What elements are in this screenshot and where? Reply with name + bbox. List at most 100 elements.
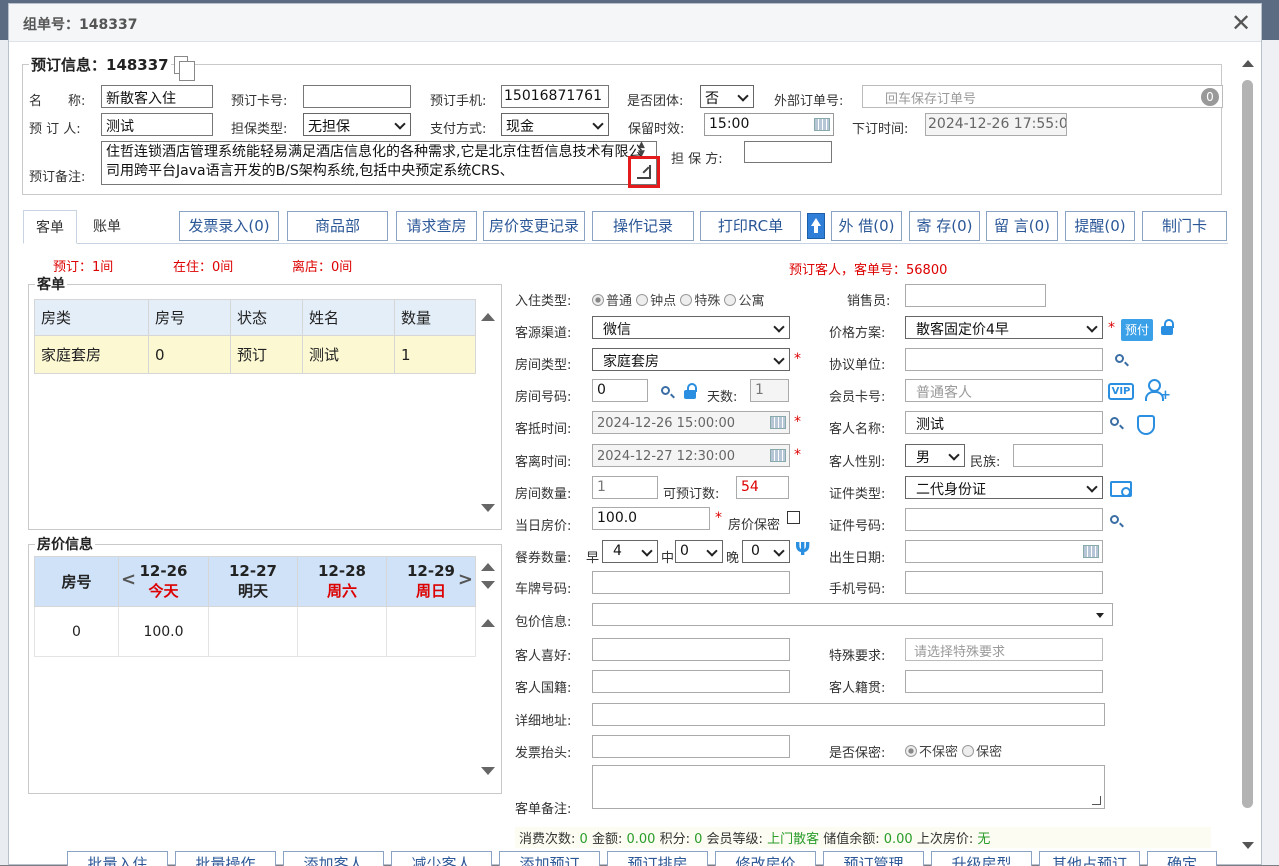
plate-input[interactable]: [592, 571, 790, 594]
ethnic-input[interactable]: [1013, 444, 1103, 467]
price-scroll-up-icon[interactable]: [481, 563, 495, 571]
lend-button[interactable]: 外 借(0): [831, 211, 902, 241]
room-count-input[interactable]: 1: [592, 476, 658, 499]
table-row[interactable]: 0 100.0: [34, 606, 476, 657]
prev-day-icon[interactable]: <: [121, 569, 136, 590]
list-scroll-up-icon[interactable]: [481, 313, 495, 321]
rate-input[interactable]: 100.0: [592, 507, 710, 530]
operation-log-button[interactable]: 操作记录: [592, 211, 694, 241]
add-booking-button[interactable]: 添加预订: [499, 851, 600, 866]
print-rc-button[interactable]: 打印RC单: [700, 211, 801, 241]
guarantee-select[interactable]: 无担保: [303, 113, 411, 136]
booking-person-input[interactable]: 测试: [101, 113, 213, 136]
member-input[interactable]: 普通客人: [905, 379, 1103, 402]
message-button[interactable]: 留 言(0): [986, 211, 1058, 241]
invoice-button[interactable]: 发票录入(0): [179, 211, 279, 241]
price-scroll-down-small-icon[interactable]: [481, 581, 495, 589]
search-icon[interactable]: [1110, 417, 1119, 426]
hold-time-input[interactable]: 15:00: [704, 113, 834, 136]
deposit-button[interactable]: 寄 存(0): [909, 211, 980, 241]
scroll-down-icon[interactable]: [1242, 842, 1254, 849]
scroll-up-icon[interactable]: [1242, 60, 1254, 67]
arrive-input[interactable]: 2024-12-26 15:00:00: [592, 411, 790, 434]
upgrade-room-button[interactable]: 升级房型: [931, 851, 1032, 866]
guarantor-input[interactable]: [744, 141, 832, 163]
radio-hourly[interactable]: [636, 294, 649, 306]
table-row[interactable]: 家庭套房 0 预订 测试 1: [34, 335, 476, 374]
cutlery-icon[interactable]: Ψ: [795, 539, 815, 561]
address-input[interactable]: [592, 703, 1105, 726]
close-icon[interactable]: ✕: [1231, 9, 1251, 37]
calendar-icon[interactable]: [770, 449, 786, 462]
radio-apartment[interactable]: [724, 294, 737, 306]
add-guest-button[interactable]: 添加客人: [283, 851, 384, 866]
resize-handle-icon[interactable]: [1092, 796, 1101, 805]
assign-room-button[interactable]: 预订排房: [607, 851, 708, 866]
modify-rate-button[interactable]: 修改房价: [715, 851, 816, 866]
vip-icon[interactable]: VIP: [1108, 383, 1134, 400]
calendar-icon[interactable]: [814, 118, 830, 131]
agreement-input[interactable]: [905, 348, 1103, 371]
remove-guest-button[interactable]: 减少客人: [391, 851, 492, 866]
invoice-input[interactable]: [592, 735, 790, 758]
confirm-button[interactable]: 确定: [1147, 851, 1217, 866]
calendar-icon[interactable]: [1083, 545, 1099, 558]
dialog-scrollbar[interactable]: [1239, 52, 1257, 852]
door-card-button[interactable]: 制门卡: [1142, 211, 1227, 241]
booking-manage-button[interactable]: 预订管理: [823, 851, 924, 866]
reminder-button[interactable]: 提醒(0): [1065, 211, 1135, 241]
search-icon[interactable]: [661, 386, 670, 395]
booking-phone-input[interactable]: 15016871761: [501, 85, 609, 108]
search-icon[interactable]: [1115, 354, 1124, 363]
copy-icon[interactable]: [174, 56, 195, 81]
search-icon[interactable]: [1110, 515, 1119, 524]
package-select[interactable]: [592, 603, 1113, 626]
idno-input[interactable]: [905, 508, 1103, 531]
id-card-reader-icon[interactable]: [1110, 481, 1132, 497]
sales-input[interactable]: [905, 284, 1046, 307]
guest-name-input[interactable]: 测试: [905, 411, 1103, 434]
calendar-icon[interactable]: [770, 416, 786, 429]
batch-operation-button[interactable]: 批量操作: [175, 851, 276, 866]
radio-secret[interactable]: [962, 745, 975, 757]
gender-select[interactable]: 男: [905, 444, 965, 467]
native-input[interactable]: [905, 670, 1103, 693]
tab-guest[interactable]: 客单: [23, 210, 77, 244]
mobile-input[interactable]: [905, 571, 1103, 594]
booking-remark-textarea[interactable]: 住哲连锁酒店管理系统能轻易满足酒店信息化的各种需求,它是北京住哲信息技术有限公司…: [101, 141, 657, 185]
goods-button[interactable]: 商品部: [287, 211, 388, 241]
rate-secret-checkbox[interactable]: [787, 511, 800, 524]
batch-checkin-button[interactable]: 批量入住: [67, 851, 168, 866]
check-room-button[interactable]: 请求查房: [396, 211, 477, 241]
radio-normal[interactable]: [592, 294, 604, 306]
booking-card-input[interactable]: [303, 85, 411, 108]
tab-bill[interactable]: 账单: [79, 210, 135, 244]
days-input[interactable]: 1: [750, 379, 789, 402]
prepay-badge[interactable]: 预付: [1121, 319, 1153, 341]
roomtype-select[interactable]: 家庭套房: [592, 348, 790, 371]
price-scroll-down-icon[interactable]: [481, 767, 495, 775]
guest-remark-textarea[interactable]: [592, 765, 1105, 809]
other-booking-button[interactable]: 其他占预订: [1039, 851, 1140, 866]
special-input[interactable]: 请选择特殊要求: [905, 638, 1103, 661]
pay-select[interactable]: 现金: [501, 113, 609, 136]
plan-select[interactable]: 散客固定价4早: [905, 316, 1103, 339]
nation-input[interactable]: [592, 670, 790, 693]
unlock-icon[interactable]: [684, 383, 697, 399]
scroll-thumb[interactable]: [1242, 80, 1253, 808]
ext-order-input[interactable]: 回车保存订单号: [862, 85, 1223, 108]
price-change-log-button[interactable]: 房价变更记录: [483, 211, 585, 241]
hobby-input[interactable]: [592, 638, 790, 661]
shield-icon[interactable]: [1137, 415, 1155, 435]
lunch-select[interactable]: 0: [675, 540, 723, 563]
group-select[interactable]: 否: [700, 85, 754, 108]
birth-input[interactable]: [905, 540, 1103, 563]
price-scroll-up2-icon[interactable]: [481, 619, 495, 627]
dinner-select[interactable]: 0: [742, 540, 790, 563]
idtype-select[interactable]: 二代身份证: [905, 476, 1103, 499]
source-select[interactable]: 微信: [592, 316, 790, 339]
unlock-icon[interactable]: [1161, 319, 1174, 335]
radio-special[interactable]: [680, 294, 693, 306]
booking-name-input[interactable]: 新散客入住: [101, 85, 213, 108]
next-day-icon[interactable]: >: [458, 569, 473, 590]
